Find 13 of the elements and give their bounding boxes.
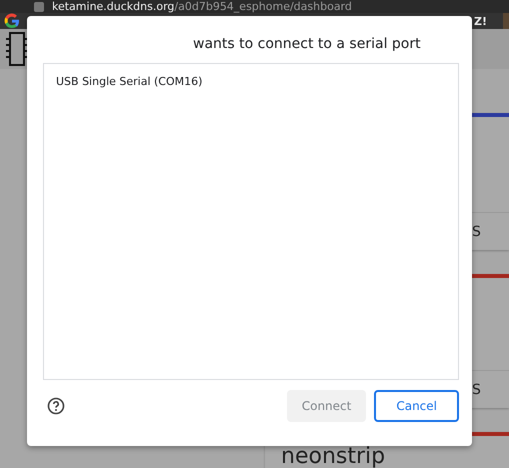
card-action-link[interactable]: S bbox=[472, 382, 481, 398]
address-bar[interactable]: ketamine.duckdns.org/a0d7b954_esphome/dashboard bbox=[0, 0, 509, 13]
bookmark-link[interactable]: Z! bbox=[474, 14, 487, 28]
chip-icon bbox=[4, 29, 30, 69]
port-item[interactable]: USB Single Serial (COM16) bbox=[44, 73, 458, 90]
cancel-button[interactable]: Cancel bbox=[374, 390, 459, 422]
card-title: neonstrip bbox=[280, 443, 386, 468]
google-icon[interactable] bbox=[4, 13, 20, 29]
page-icon bbox=[34, 2, 44, 12]
card-action-link[interactable]: S bbox=[472, 224, 481, 240]
url-text: ketamine.duckdns.org/a0d7b954_esphome/dashboard bbox=[52, 0, 352, 13]
help-icon[interactable] bbox=[47, 397, 65, 415]
dialog-title: wants to connect to a serial port bbox=[192, 36, 422, 54]
